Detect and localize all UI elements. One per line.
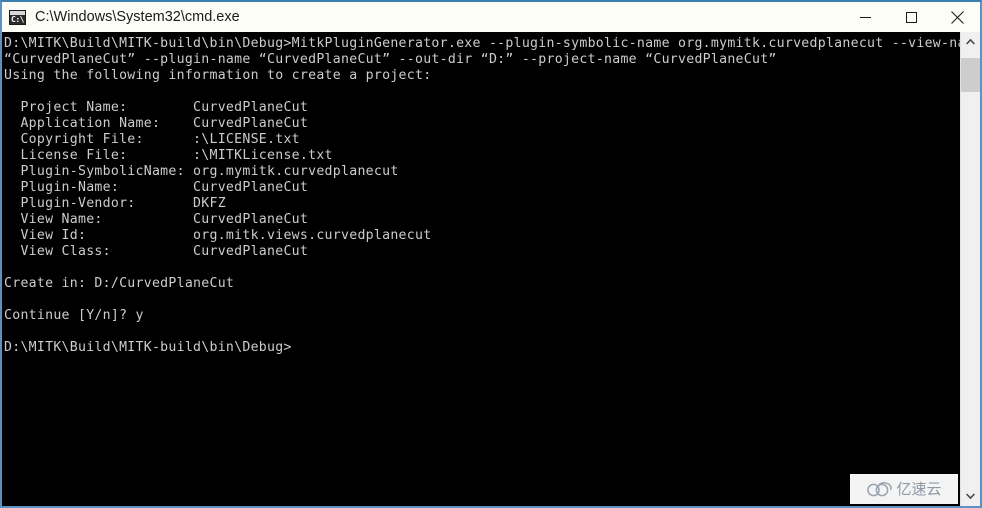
- chevron-up-icon: [966, 39, 975, 45]
- minimize-icon: [859, 16, 871, 18]
- cloud-logo-icon: [867, 481, 893, 496]
- scroll-down-button[interactable]: [961, 486, 980, 506]
- cmd-icon: C:\: [9, 9, 26, 25]
- scroll-track[interactable]: [961, 52, 980, 486]
- scroll-thumb[interactable]: [961, 58, 980, 92]
- cmd-icon-glyph: C:\: [11, 14, 24, 24]
- chevron-down-icon: [966, 493, 975, 499]
- title-bar-left: C:\ C:\Windows\System32\cmd.exe: [2, 9, 842, 25]
- close-icon: [950, 10, 964, 24]
- console-output-area[interactable]: D:\MITK\Build\MITK-build\bin\Debug>MitkP…: [2, 32, 980, 506]
- maximize-icon: [905, 11, 917, 23]
- minimize-button[interactable]: [842, 2, 888, 32]
- maximize-button[interactable]: [888, 2, 934, 32]
- window-buttons: [842, 2, 980, 32]
- window-title: C:\Windows\System32\cmd.exe: [35, 9, 240, 25]
- console-text: D:\MITK\Build\MITK-build\bin\Debug>MitkP…: [4, 36, 980, 355]
- cmd-window: C:\ C:\Windows\System32\cmd.exe D:\MITK\…: [0, 0, 982, 508]
- close-button[interactable]: [934, 2, 980, 32]
- vertical-scrollbar[interactable]: [960, 32, 980, 506]
- watermark: 亿速云: [850, 474, 958, 504]
- title-bar[interactable]: C:\ C:\Windows\System32\cmd.exe: [2, 2, 980, 32]
- watermark-text: 亿速云: [896, 480, 942, 498]
- scroll-up-button[interactable]: [961, 32, 980, 52]
